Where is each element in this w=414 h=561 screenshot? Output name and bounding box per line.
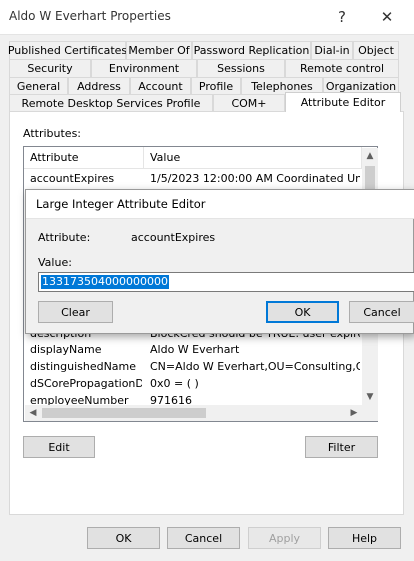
tab-remote-desktop-services-profile[interactable]: Remote Desktop Services Profile [9,94,213,112]
window-title: Aldo W Everhart Properties [9,9,171,23]
tab-published-certificates[interactable]: Published Certificates [8,41,127,59]
attribute-name: accountExpires [30,172,115,185]
editor-value-text: 133173504000000000 [41,275,169,289]
scroll-down-icon[interactable]: ▼ [362,389,378,405]
tab-environment[interactable]: Environment [91,59,197,77]
attribute-value: Aldo W Everhart [150,343,240,356]
editor-title: Large Integer Attribute Editor [26,190,414,219]
column-header-attribute[interactable]: Attribute [24,147,144,169]
cancel-button[interactable]: Cancel [167,527,240,549]
list-item[interactable]: distinguishedName CN=Aldo W Everhart,OU=… [24,358,361,375]
tab-security[interactable]: Security [9,59,91,77]
filter-button[interactable]: Filter [305,436,378,458]
attribute-name: dSCorePropagationD... [30,377,142,390]
horizontal-scroll-thumb[interactable] [42,408,206,418]
editor-cancel-button[interactable]: Cancel [349,301,414,323]
edit-button[interactable]: Edit [23,436,95,458]
list-item[interactable]: displayName Aldo W Everhart [24,341,361,358]
scroll-left-icon[interactable]: ◀ [25,405,41,421]
editor-attribute-label: Attribute: [38,231,91,244]
editor-attribute-name: accountExpires [131,231,216,244]
attribute-value: 0x0 = ( ) [150,377,199,390]
scroll-corner [362,405,378,421]
apply-button[interactable]: Apply [248,527,321,549]
attributes-label: Attributes: [23,127,82,140]
tab-address[interactable]: Address [68,77,130,95]
close-icon[interactable]: ✕ [367,4,407,30]
editor-ok-button[interactable]: OK [266,301,339,323]
scroll-right-icon[interactable]: ▶ [346,405,362,421]
scroll-up-icon[interactable]: ▲ [362,148,378,164]
attribute-value: 1/5/2023 12:00:00 AM Coordinated Univers… [150,172,360,185]
ok-button[interactable]: OK [87,527,160,549]
editor-value-input[interactable]: 133173504000000000 [38,272,414,292]
tab-object[interactable]: Object [353,41,399,59]
column-header-value[interactable]: Value [144,147,362,169]
tab-attribute-editor[interactable]: Attribute Editor [285,92,401,112]
tab-dial-in[interactable]: Dial-in [311,41,353,59]
tab-sessions[interactable]: Sessions [197,59,285,77]
list-item[interactable]: dSCorePropagationD... 0x0 = ( ) [24,375,361,392]
tab-remote-control[interactable]: Remote control [285,59,399,77]
tab-password-replication[interactable]: Password Replication [192,41,311,59]
tab-member-of[interactable]: Member Of [126,41,192,59]
help-icon[interactable]: ? [322,4,362,30]
attribute-name: displayName [30,343,102,356]
editor-value-label: Value: [38,256,72,269]
tab-account[interactable]: Account [130,77,191,95]
title-bar: Aldo W Everhart Properties ? ✕ [0,0,414,34]
editor-clear-button[interactable]: Clear [38,301,113,323]
tab-general[interactable]: General [9,77,68,95]
tab-com-plus[interactable]: COM+ [213,94,285,112]
attribute-name: distinguishedName [30,360,137,373]
horizontal-scrollbar[interactable]: ◀ ▶ [25,405,362,421]
large-integer-editor-dialog: Large Integer Attribute Editor Attribute… [25,189,414,334]
tab-profile[interactable]: Profile [191,77,241,95]
help-button[interactable]: Help [328,527,401,549]
list-item[interactable]: accountExpires 1/5/2023 12:00:00 AM Coor… [24,170,361,187]
attribute-value: CN=Aldo W Everhart,OU=Consulting,OU=Ca [150,360,360,373]
